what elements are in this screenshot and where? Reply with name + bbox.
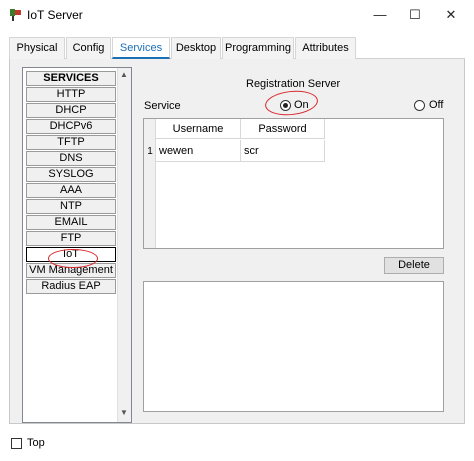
- minimize-button[interactable]: —: [370, 6, 390, 24]
- row-number: 1: [147, 146, 153, 157]
- app-icon: [10, 9, 21, 21]
- row-header-column: [144, 119, 156, 248]
- maximize-icon: ☐: [409, 7, 421, 22]
- scroll-up-icon[interactable]: ▲: [117, 70, 131, 82]
- service-item-aaa[interactable]: AAA: [26, 183, 116, 198]
- scroll-down-icon[interactable]: ▼: [117, 408, 131, 420]
- close-icon: ✕: [445, 7, 457, 22]
- service-item-http[interactable]: HTTP: [26, 87, 116, 102]
- minimize-icon: —: [373, 7, 387, 22]
- tab-physical[interactable]: Physical: [9, 37, 65, 59]
- column-header-username: Username: [156, 119, 241, 139]
- service-off-radio[interactable]: [414, 100, 425, 111]
- delete-button[interactable]: Delete: [384, 257, 444, 274]
- service-item-dhcpv6[interactable]: DHCPv6: [26, 119, 116, 134]
- registration-server-title: Registration Server: [246, 78, 341, 90]
- maximize-button[interactable]: ☐: [405, 6, 425, 24]
- tab-services[interactable]: Services: [112, 37, 170, 59]
- service-item-ntp[interactable]: NTP: [26, 199, 116, 214]
- service-item-dns[interactable]: DNS: [26, 151, 116, 166]
- tab-config[interactable]: Config: [66, 37, 111, 59]
- tab-desktop[interactable]: Desktop: [171, 37, 221, 59]
- service-item-syslog[interactable]: SYSLOG: [26, 167, 116, 182]
- tab-strip: Physical Config Services Desktop Program…: [9, 37, 465, 59]
- top-checkbox[interactable]: [11, 438, 22, 449]
- service-item-email[interactable]: EMAIL: [26, 215, 116, 230]
- cell-username[interactable]: wewen: [156, 140, 241, 162]
- services-scrollbar[interactable]: [117, 68, 131, 422]
- service-item-dhcp[interactable]: DHCP: [26, 103, 116, 118]
- window-title: IoT Server: [27, 8, 83, 22]
- info-text-area[interactable]: [143, 281, 444, 412]
- service-item-radius-eap[interactable]: Radius EAP: [26, 279, 116, 294]
- service-item-tftp[interactable]: TFTP: [26, 135, 116, 150]
- close-button[interactable]: ✕: [441, 6, 461, 24]
- annotation-circle-iot: [48, 249, 98, 268]
- services-list: SERVICES HTTP DHCP DHCPv6 TFTP DNS SYSLO…: [22, 67, 132, 423]
- service-off-label[interactable]: Off: [429, 99, 443, 111]
- tab-programming[interactable]: Programming: [222, 37, 294, 59]
- tab-attributes[interactable]: Attributes: [295, 37, 356, 59]
- services-header: SERVICES: [26, 71, 116, 86]
- service-item-ftp[interactable]: FTP: [26, 231, 116, 246]
- service-label: Service: [144, 100, 181, 112]
- top-checkbox-label: Top: [27, 437, 45, 449]
- cell-password[interactable]: scr: [241, 140, 325, 162]
- column-header-password: Password: [241, 119, 325, 139]
